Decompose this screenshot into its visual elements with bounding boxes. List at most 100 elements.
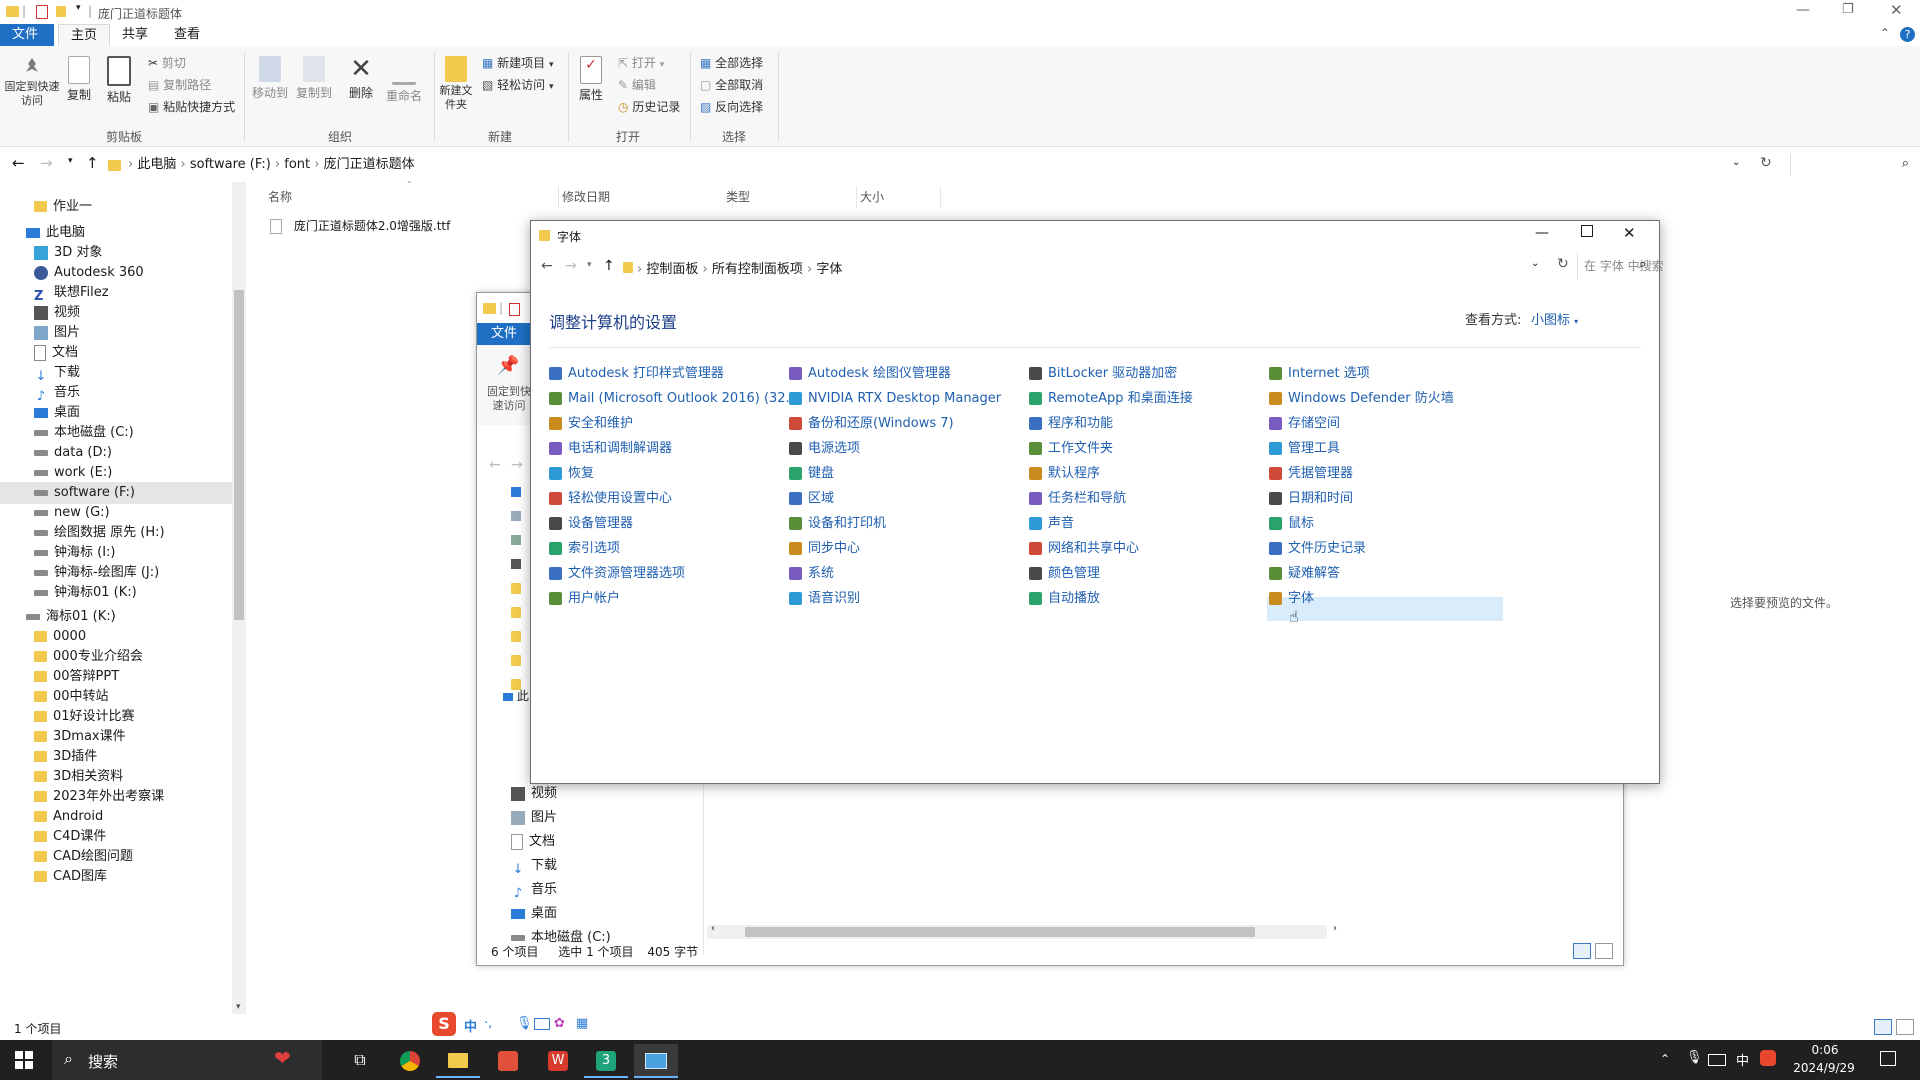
cp-item[interactable]: 默认程序 [1029,463,1100,485]
column-modified[interactable]: 修改日期 [562,186,733,208]
details-view-icon[interactable] [1874,1019,1892,1035]
breadcrumb-item[interactable]: 庞门正道标题体 [324,157,415,172]
scroll-right-icon[interactable]: › [1333,923,1337,934]
nav-item[interactable]: 3D 对象 [34,242,102,264]
sogou-tray-icon[interactable] [1760,1050,1776,1066]
cp-item[interactable]: 存储空间 [1269,413,1340,435]
cp-item[interactable]: 日期和时间 [1269,488,1353,510]
collapse-ribbon-icon[interactable]: ⌃ [1880,26,1890,40]
cp-item[interactable]: 文件历史记录 [1269,538,1366,560]
cp-item[interactable]: 电话和调制解调器 [549,438,672,460]
cp-item[interactable]: 工作文件夹 [1029,438,1113,460]
cp-item[interactable]: RemoteApp 和桌面连接 [1029,388,1193,410]
back-arrow-icon[interactable]: ← [12,154,25,172]
nav-item[interactable]: 视频 [34,302,80,324]
nav-item-downloads[interactable]: ↓ 下载 [511,855,557,877]
nav-item[interactable]: 钟海标-绘图库 (J:) [34,562,159,584]
cp-item[interactable]: NVIDIA RTX Desktop Manager [789,388,1001,410]
properties-quick-icon[interactable] [509,303,520,316]
nav-item[interactable]: 作业一 [34,196,92,218]
cp-item[interactable]: 鼠标 [1269,513,1314,535]
microphone-icon[interactable]: 🎙 [1686,1050,1703,1065]
forward-arrow-icon[interactable]: → [511,457,523,473]
cp-item[interactable]: 备份和还原(Windows 7) [789,413,954,435]
minimize-button[interactable]: — [1796,2,1810,18]
nav-item[interactable]: 0000 [34,626,86,648]
app-green-icon[interactable]: 3 [584,1044,628,1078]
cp-item[interactable]: 凭据管理器 [1269,463,1353,485]
cp-item[interactable]: 安全和维护 [549,413,633,435]
cp-item[interactable]: 键盘 [789,463,834,485]
properties-button[interactable]: ✓ 属性 [574,56,608,103]
select-none-button[interactable]: ▢ 全部取消 [700,76,763,93]
column-name[interactable]: 名称 [268,186,559,208]
nav-item[interactable]: CAD绘图问题 [34,846,133,868]
close-button[interactable]: ✕ [1890,1,1903,19]
cp-item[interactable]: 任务栏和导航 [1029,488,1126,510]
history-button[interactable]: ◷ 历史记录 [618,98,680,115]
nav-item[interactable]: Z 联想Filez [34,282,109,304]
cp-item[interactable]: 用户帐户 [549,588,620,610]
nav-item-videos[interactable]: 视频 [511,783,557,805]
ime-chinese-mode[interactable]: 中 [464,1016,477,1035]
ime-indicator[interactable]: 中 [1736,1050,1749,1069]
nav-item[interactable]: 00答辩PPT [34,666,119,688]
scroll-left-icon[interactable]: ‹ [711,923,715,934]
microphone-icon[interactable]: 🎙 [516,1016,533,1031]
cp-item[interactable]: 设备和打印机 [789,513,886,535]
cp-item[interactable]: 恢复 [549,463,594,485]
taskbar-search-box[interactable]: ⌕ 搜索 ❤ [52,1040,322,1080]
open-button[interactable]: ⇱ 打开 ▾ [618,54,664,71]
start-button[interactable] [2,1044,46,1076]
forward-arrow-icon[interactable]: → [40,154,53,172]
easy-access-button[interactable]: ▧ 轻松访问 ▾ [482,76,554,93]
cp-item[interactable]: 区域 [789,488,834,510]
tab-home[interactable]: 主页 [58,24,111,47]
up-arrow-icon[interactable]: ↑ [86,154,99,172]
breadcrumb-item[interactable]: 此电脑 [137,157,176,172]
nav-item[interactable]: 01好设计比赛 [34,706,135,728]
nav-item[interactable]: 2023年外出考察课 [34,786,164,808]
cp-item[interactable]: 程序和功能 [1029,413,1113,435]
skin-icon[interactable]: ✿ [554,1016,565,1031]
nav-item[interactable]: work (E:) [34,462,112,484]
column-size[interactable]: 大小 [860,186,941,208]
nav-item[interactable]: Android [34,806,103,828]
properties-quick-icon[interactable] [36,5,48,19]
cp-item[interactable]: 网络和共享中心 [1029,538,1139,560]
invert-selection-button[interactable]: ▨ 反向选择 [700,98,763,115]
nav-item[interactable]: 本地磁盘 (C:) [34,422,134,444]
cp-item[interactable]: 疑难解答 [1269,563,1340,585]
nav-item[interactable]: CAD图库 [34,866,107,888]
select-all-button[interactable]: ▦ 全部选择 [700,54,763,71]
cp-item[interactable]: 设备管理器 [549,513,633,535]
help-icon[interactable]: ? [1900,27,1915,42]
tab-file[interactable]: 文件 [477,323,531,345]
nav-item[interactable]: 钟海标01 (K:) [34,582,137,604]
nav-item[interactable]: data (D:) [34,442,112,464]
nav-scrollbar-thumb[interactable] [234,290,244,620]
nav-item[interactable]: C4D课件 [34,826,106,848]
file-row[interactable]: 庞门正道标题体2.0增强版.ttf [270,216,450,236]
cp-item[interactable]: Windows Defender 防火墙 [1269,388,1454,410]
cp-item[interactable]: 声音 [1029,513,1074,535]
maximize-button[interactable]: ❐ [1842,2,1854,17]
cp-item[interactable]: 轻松使用设置中心 [549,488,672,510]
back-arrow-icon[interactable]: ← [489,457,501,473]
nav-item[interactable]: 3D插件 [34,746,97,768]
paste-shortcut-button[interactable]: ▣ 粘贴快捷方式 [148,98,235,115]
tab-view[interactable]: 查看 [162,24,212,46]
nav-item[interactable]: software (F:) [0,482,232,504]
nav-scroll-down-icon[interactable]: ▾ [236,1002,241,1012]
cp-item[interactable]: 语音识别 [789,588,860,610]
nav-item-music[interactable]: ♪ 音乐 [511,879,557,901]
nav-item[interactable]: 文档 [34,342,78,364]
cp-item[interactable]: 管理工具 [1269,438,1340,460]
cp-item[interactable]: Autodesk 绘图仪管理器 [789,363,951,385]
large-icons-view-icon[interactable] [1896,1019,1914,1035]
refresh-icon[interactable]: ↻ [1760,155,1772,171]
cp-item[interactable]: 系统 [789,563,834,585]
cp-item[interactable]: 颜色管理 [1029,563,1100,585]
cp-item[interactable]: BitLocker 驱动器加密 [1029,363,1177,385]
nav-item-this-pc-partial[interactable]: 此 [503,687,529,704]
